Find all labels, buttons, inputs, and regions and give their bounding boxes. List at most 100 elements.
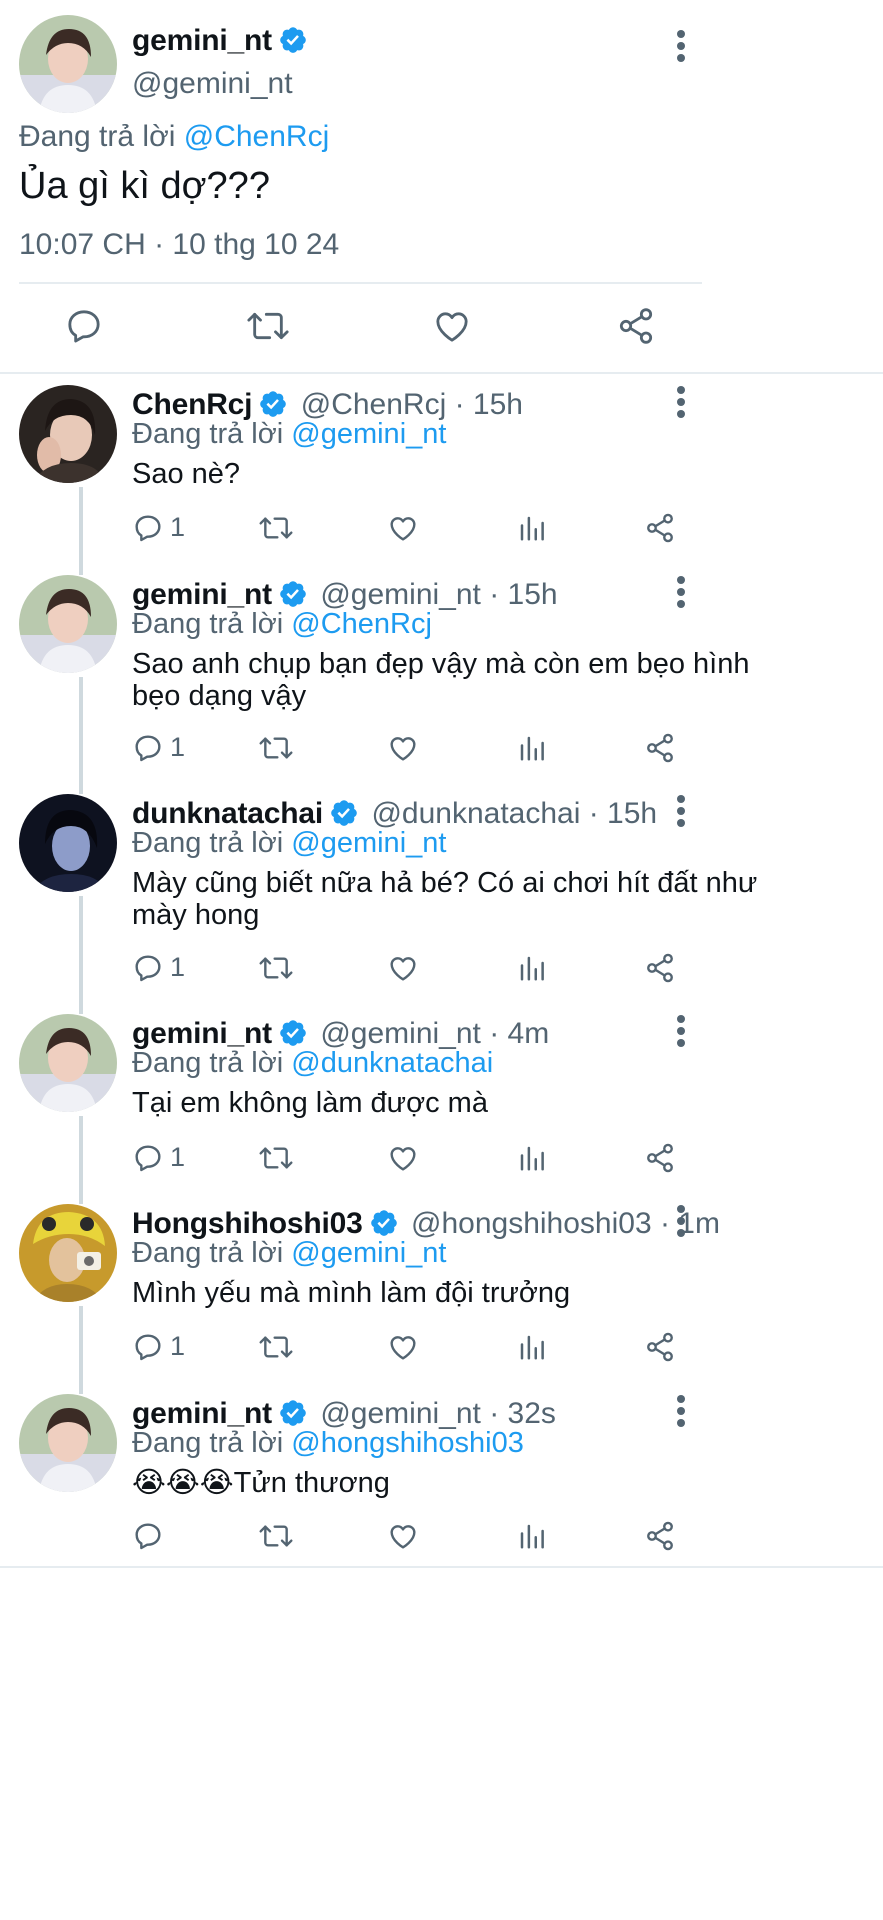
- display-name[interactable]: gemini_nt: [132, 24, 272, 57]
- tweet-text: Sao anh chụp bạn đẹp vậy mà còn em bẹo h…: [132, 648, 750, 712]
- share-icon[interactable]: [644, 512, 676, 544]
- verified-badge-icon: [329, 798, 359, 828]
- avatar[interactable]: [19, 1014, 117, 1112]
- views-icon[interactable]: [517, 1331, 547, 1363]
- handle-time[interactable]: @gemini_nt · 32s: [320, 1397, 556, 1430]
- tweet-timestamp[interactable]: 10:07 CH · 10 thg 10 24: [19, 228, 339, 262]
- thread-line: [79, 1306, 83, 1394]
- replying-to: Đang trả lời @gemini_nt: [132, 827, 446, 860]
- display-name[interactable]: gemini_nt: [132, 1397, 272, 1430]
- reply-icon[interactable]: [132, 1520, 164, 1552]
- share-icon[interactable]: [644, 952, 676, 984]
- reply-count: 1: [170, 512, 186, 542]
- display-name[interactable]: gemini_nt: [132, 1017, 272, 1050]
- tweet-text-line: 😭😭😭Tửn thương: [132, 1467, 390, 1499]
- display-name[interactable]: Hongshihoshi03: [132, 1207, 363, 1240]
- more-options-icon[interactable]: [666, 26, 696, 66]
- more-options-icon[interactable]: [666, 791, 696, 831]
- thread-line: [79, 487, 83, 575]
- divider: [19, 282, 702, 284]
- retweet-icon[interactable]: [258, 1331, 294, 1363]
- replying-to-handle[interactable]: @gemini_nt: [291, 1237, 446, 1269]
- replying-to-handle[interactable]: @ChenRcj: [291, 608, 432, 640]
- replying-to-handle[interactable]: @gemini_nt: [291, 827, 446, 859]
- like-icon[interactable]: [432, 306, 472, 346]
- tweet-text: Ủa gì kì dợ???: [19, 165, 270, 207]
- avatar[interactable]: [19, 15, 117, 113]
- share-icon[interactable]: [616, 306, 656, 346]
- replying-prefix: Đang trả lời: [19, 120, 176, 153]
- more-options-icon[interactable]: [666, 572, 696, 612]
- tweet-text: 😭😭😭Tửn thương: [132, 1467, 390, 1499]
- more-options-icon[interactable]: [666, 1201, 696, 1241]
- share-icon[interactable]: [644, 1142, 676, 1174]
- more-options-icon[interactable]: [666, 382, 696, 422]
- thread-line: [79, 1116, 83, 1204]
- thread-line: [79, 896, 83, 1014]
- like-icon[interactable]: [387, 952, 419, 984]
- retweet-icon[interactable]: [246, 306, 290, 346]
- replying-prefix: Đang trả lời: [132, 1047, 284, 1079]
- replying-prefix: Đang trả lời: [132, 1237, 284, 1269]
- replying-to-handle[interactable]: @hongshihoshi03: [291, 1427, 524, 1459]
- avatar[interactable]: [19, 575, 117, 673]
- reply-icon[interactable]: [132, 512, 164, 544]
- avatar[interactable]: [19, 1204, 117, 1302]
- like-icon[interactable]: [387, 512, 419, 544]
- avatar[interactable]: [19, 794, 117, 892]
- more-options-icon[interactable]: [666, 1011, 696, 1051]
- views-icon[interactable]: [517, 512, 547, 544]
- handle-time[interactable]: @dunknatachai · 15h: [371, 797, 657, 830]
- like-icon[interactable]: [387, 732, 419, 764]
- verified-badge-icon: [278, 1398, 308, 1428]
- replying-to-handle[interactable]: @ChenRcj: [184, 120, 330, 153]
- share-icon[interactable]: [644, 1331, 676, 1363]
- retweet-icon[interactable]: [258, 512, 294, 544]
- share-icon[interactable]: [644, 732, 676, 764]
- retweet-icon[interactable]: [258, 952, 294, 984]
- retweet-icon[interactable]: [258, 1142, 294, 1174]
- retweet-icon[interactable]: [258, 732, 294, 764]
- tweet-text-line: bẹo dạng vậy: [132, 680, 307, 712]
- like-icon[interactable]: [387, 1331, 419, 1363]
- reply-count: 1: [170, 1142, 186, 1172]
- more-options-icon[interactable]: [666, 1391, 696, 1431]
- views-icon[interactable]: [517, 1520, 547, 1552]
- tweet-text-line: Mày cũng biết nữa hả bé? Có ai chơi hít …: [132, 867, 758, 899]
- handle-time[interactable]: @ChenRcj · 15h: [301, 388, 523, 421]
- views-icon[interactable]: [517, 952, 547, 984]
- avatar[interactable]: [19, 385, 117, 483]
- views-icon[interactable]: [517, 1142, 547, 1174]
- views-icon[interactable]: [517, 732, 547, 764]
- replying-prefix: Đang trả lời: [132, 1427, 284, 1459]
- reply-icon[interactable]: [132, 952, 164, 984]
- reply-icon[interactable]: [64, 306, 104, 346]
- display-name[interactable]: gemini_nt: [132, 578, 272, 611]
- replying-prefix: Đang trả lời: [132, 827, 284, 859]
- tweet-text: Sao nè?: [132, 458, 240, 490]
- retweet-icon[interactable]: [258, 1520, 294, 1552]
- thread-line: [79, 677, 83, 794]
- handle-time[interactable]: @gemini_nt · 4m: [320, 1017, 549, 1050]
- like-icon[interactable]: [387, 1142, 419, 1174]
- reply-icon[interactable]: [132, 732, 164, 764]
- replying-to: Đang trả lời @ChenRcj: [132, 608, 432, 641]
- tweet-text-line: Mình yếu mà mình làm đội trưởng: [132, 1277, 571, 1309]
- handle[interactable]: @gemini_nt: [132, 67, 293, 101]
- share-icon[interactable]: [644, 1520, 676, 1552]
- tweet-text: Mày cũng biết nữa hả bé? Có ai chơi hít …: [132, 867, 757, 931]
- replying-to: Đang trả lời @gemini_nt: [132, 418, 446, 451]
- handle-time[interactable]: @gemini_nt · 15h: [320, 578, 557, 611]
- replying-to: Đang trả lời @hongshihoshi03: [132, 1427, 524, 1460]
- replying-to: Đang trả lời @ChenRcj: [19, 120, 329, 154]
- divider: [0, 372, 883, 374]
- display-name[interactable]: dunknatachai: [132, 797, 323, 830]
- replying-to-handle[interactable]: @dunknatachai: [291, 1047, 493, 1079]
- tweet-text: Mình yếu mà mình làm đội trưởng: [132, 1277, 570, 1309]
- reply-icon[interactable]: [132, 1142, 164, 1174]
- avatar[interactable]: [19, 1394, 117, 1492]
- like-icon[interactable]: [387, 1520, 419, 1552]
- display-name[interactable]: ChenRcj: [132, 388, 252, 421]
- replying-to-handle[interactable]: @gemini_nt: [291, 418, 446, 450]
- reply-icon[interactable]: [132, 1331, 164, 1363]
